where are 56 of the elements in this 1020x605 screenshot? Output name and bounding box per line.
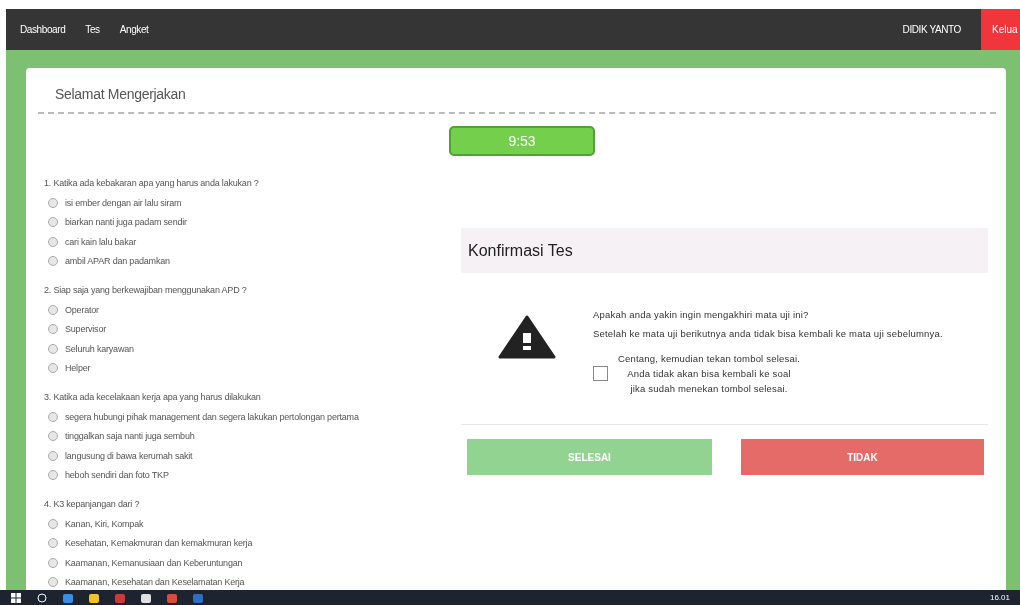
- warning-icon: [498, 315, 556, 359]
- radio-button[interactable]: [48, 518, 58, 529]
- dialog-title: Konfirmasi Tes: [461, 228, 988, 273]
- question-text: 1. Katika ada kebakaran apa yang harus anda lakukan ?: [44, 177, 259, 190]
- option-label: langusung di bawa kerumah sakit: [65, 450, 193, 461]
- option-label: Helper: [65, 363, 91, 374]
- nav-link[interactable]: Angket: [119, 24, 149, 35]
- option-label: Kaamanan, Kesehatan dan Keselamatan Kerja: [65, 577, 245, 588]
- radio-button[interactable]: [48, 577, 58, 588]
- option-label: cari kain lalu bakar: [65, 236, 137, 247]
- question-text: 2. Siap saja yang berkewajiban menggunakan APD ?: [44, 284, 247, 297]
- option-label: Operator: [65, 304, 99, 315]
- windows-icon[interactable]: [10, 591, 22, 604]
- clock: 16.01: [989, 593, 1010, 602]
- option-label: ambil APAR dan padamkan: [65, 256, 170, 267]
- dialog-message: Apakah anda yakin ingin mengakhiri mata uji ini?: [593, 308, 810, 322]
- app-icon[interactable]: [140, 591, 152, 604]
- option-label: Kaamanan, Kemanusiaan dan Keberuntungan: [65, 557, 243, 568]
- radio-button[interactable]: [48, 324, 58, 335]
- radio-button[interactable]: [48, 411, 58, 422]
- nav-link[interactable]: Dashboard: [20, 24, 66, 35]
- checkbox-label: jika sudah menekan tombol selesai.: [630, 382, 788, 396]
- question-text: 4. K3 kepanjangan dari ?: [44, 498, 140, 511]
- nav-link[interactable]: Tes: [85, 24, 100, 35]
- confirm-checkbox[interactable]: [593, 366, 608, 381]
- radio-button[interactable]: [48, 256, 58, 267]
- logout-button[interactable]: Kelua: [981, 9, 1020, 50]
- radio-button[interactable]: [48, 450, 58, 461]
- radio-button[interactable]: [48, 431, 58, 442]
- question-text: 3. Katika ada kecelakaan kerja apa yang harus dilakukan: [44, 391, 261, 404]
- radio-button[interactable]: [48, 363, 58, 374]
- radio-button[interactable]: [48, 304, 58, 315]
- checkbox-label: Anda tidak akan bisa kembali ke soal: [627, 367, 791, 381]
- option-label: Seluruh karyawan: [65, 343, 134, 354]
- radio-button[interactable]: [48, 470, 58, 481]
- user-name[interactable]: DIDIK YANTO: [902, 24, 961, 35]
- option-label: biarkan nanti juga padam sendir: [65, 217, 187, 228]
- option-label: Supervisor: [65, 324, 107, 335]
- dialog-detail: Setelah ke mata uji berikutnya anda tidak bisa kembali ke mata uji sebelumnya.: [593, 327, 944, 341]
- checkbox-label: Centang, kemudian tekan tombol selesai.: [618, 352, 801, 366]
- timer: 9:53: [449, 126, 595, 156]
- search-icon[interactable]: [36, 591, 48, 604]
- option-label: Kanan, Kiri, Kompak: [65, 518, 144, 529]
- radio-button[interactable]: [48, 236, 58, 247]
- option-label: heboh sendiri dan foto TKP: [65, 470, 169, 481]
- option-label: isi ember dengan air lalu siram: [65, 197, 182, 208]
- app-icon[interactable]: [88, 591, 100, 604]
- radio-button[interactable]: [48, 217, 58, 228]
- radio-button[interactable]: [48, 538, 58, 549]
- radio-button[interactable]: [48, 197, 58, 208]
- radio-button[interactable]: [48, 343, 58, 354]
- radio-button[interactable]: [48, 557, 58, 568]
- option-label: segera hubungi pihak management dan segera lakukan pertolongan pertama: [65, 411, 359, 422]
- option-label: tinggalkan saja nanti juga sembuh: [65, 431, 195, 442]
- page-title: Selamat Mengerjakan: [54, 86, 187, 102]
- option-label: Kesehatan, Kemakmuran dan kemakmuran kerja: [65, 538, 253, 549]
